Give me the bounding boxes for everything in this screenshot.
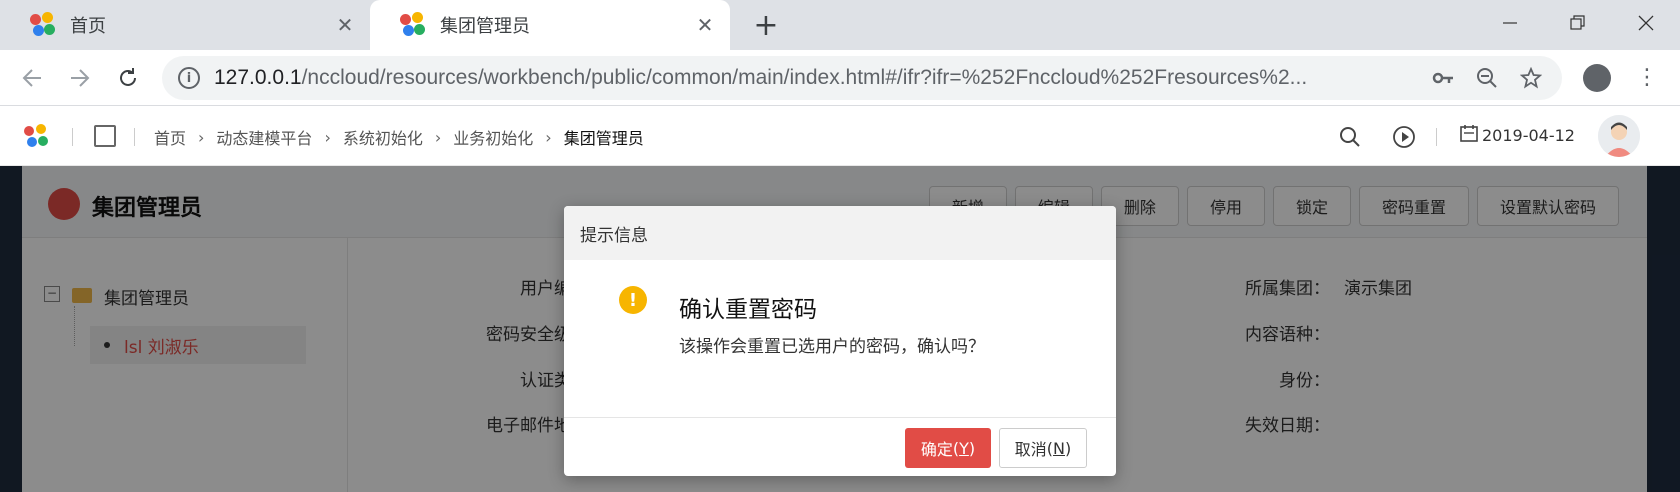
more-menu-icon[interactable]: ⋮: [1636, 62, 1658, 94]
date-text: 2019-04-12: [1482, 125, 1575, 145]
chevron-right-icon: ›: [198, 127, 205, 147]
zoom-icon[interactable]: [1472, 63, 1502, 93]
organization-icon[interactable]: [94, 125, 116, 147]
dialog-footer: 确定(Y) 取消(N): [564, 418, 1116, 476]
star-icon[interactable]: [1516, 63, 1546, 93]
breadcrumb-current: 集团管理员: [563, 129, 644, 148]
cancel-button[interactable]: 取消(N): [999, 428, 1087, 468]
browser-tab-admin[interactable]: 集团管理员 ✕: [370, 0, 730, 50]
info-icon[interactable]: i: [178, 67, 200, 89]
date-display[interactable]: 2019-04-12: [1460, 124, 1575, 146]
minimize-icon[interactable]: [1476, 0, 1544, 45]
dialog-title: 确认重置密码: [679, 297, 817, 323]
breadcrumb: 首页 › 动态建模平台 › 系统初始化 › 业务初始化 › 集团管理员: [154, 125, 644, 149]
calendar-icon: [1460, 124, 1478, 146]
address-bar[interactable]: i 127.0.0.1/nccloud/resources/workbench/…: [162, 56, 1562, 100]
browser-tab-title: 集团管理员: [440, 16, 530, 37]
close-icon[interactable]: ✕: [690, 10, 720, 40]
dialog-message: 该操作会重置已选用户的密码，确认吗？: [679, 337, 985, 357]
key-icon[interactable]: [1428, 63, 1458, 93]
profile-icon[interactable]: [1583, 64, 1611, 92]
dialog-header: 提示信息: [564, 206, 1116, 260]
browser-tab-home[interactable]: 首页 ✕: [0, 0, 370, 50]
restore-icon[interactable]: [1544, 0, 1612, 45]
url-text: 127.0.0.1/nccloud/resources/workbench/pu…: [214, 66, 1308, 89]
back-icon[interactable]: [14, 60, 50, 96]
search-icon[interactable]: [1336, 123, 1364, 151]
reload-icon[interactable]: [110, 60, 146, 96]
breadcrumb-item[interactable]: 动态建模平台: [216, 125, 312, 149]
divider: [134, 128, 135, 146]
warning-icon: !: [619, 286, 647, 314]
breadcrumb-item[interactable]: 系统初始化: [343, 125, 423, 149]
breadcrumb-item[interactable]: 业务初始化: [453, 125, 533, 149]
browser-toolbar: i 127.0.0.1/nccloud/resources/workbench/…: [0, 50, 1680, 106]
app-favicon-icon: [400, 12, 426, 38]
new-tab-button[interactable]: +: [748, 7, 784, 43]
confirm-button[interactable]: 确定(Y): [905, 428, 991, 468]
play-icon[interactable]: [1390, 123, 1418, 151]
confirm-dialog: 提示信息 ! 确认重置密码 该操作会重置已选用户的密码，确认吗？ 确定(Y) 取…: [564, 206, 1116, 476]
window-close-icon[interactable]: [1612, 0, 1680, 45]
app-favicon-icon: [30, 12, 56, 38]
browser-tab-title: 首页: [70, 16, 106, 37]
chevron-right-icon: ›: [434, 127, 442, 147]
breadcrumb-item[interactable]: 首页: [154, 125, 186, 149]
forward-icon[interactable]: [62, 60, 98, 96]
chevron-right-icon: ›: [545, 127, 552, 147]
divider: [72, 128, 73, 146]
browser-tab-strip: 首页 ✕ 集团管理员 ✕ +: [0, 0, 1680, 50]
app-header: 首页 › 动态建模平台 › 系统初始化 › 业务初始化 › 集团管理员 2019…: [0, 106, 1680, 166]
user-avatar[interactable]: [1598, 115, 1640, 157]
divider: [1436, 128, 1437, 146]
dialog-body: ! 确认重置密码 该操作会重置已选用户的密码，确认吗？: [564, 260, 1116, 418]
close-icon[interactable]: ✕: [330, 10, 360, 40]
app-logo-icon[interactable]: [24, 124, 50, 150]
chevron-right-icon: ›: [324, 127, 331, 147]
